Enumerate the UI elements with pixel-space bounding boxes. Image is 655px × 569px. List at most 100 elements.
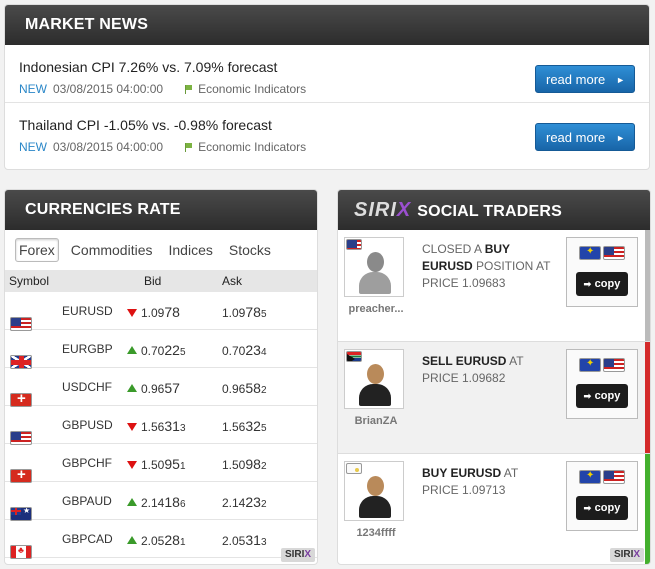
currencies-rate-title: CURRENCIES RATE (5, 190, 317, 230)
bid-main: 1.56 (141, 420, 165, 434)
ask-main: 0.96 (222, 382, 246, 396)
trader-card: 1234ffff BUY EURUSD ATPRICE 1.09713 ➡ copy (338, 454, 650, 564)
sirix-logo: SIRIX (354, 199, 412, 221)
avatar[interactable] (344, 237, 404, 297)
social-traders-panel: SIRIX SOCIAL TRADERS preacher... CLOSED A … (337, 189, 651, 565)
rate-row[interactable]: GBPAUD 2.14186 2.14232 (5, 482, 317, 521)
news-date: 03/08/2015 04:00:00 (53, 140, 164, 154)
rates-table-header: Symbol Bid Ask (5, 270, 317, 292)
tab-indices[interactable]: Indices (165, 239, 217, 261)
ask-fraction: 5 (260, 309, 267, 320)
pair-flags (579, 246, 625, 260)
ask-pips: 58 (245, 380, 261, 396)
trader-name[interactable]: 1234ffff (344, 527, 408, 539)
bid-main: 1.50 (141, 458, 165, 472)
ask-pips: 98 (245, 456, 261, 472)
rate-row[interactable]: EURUSD1.09781.09785 (5, 292, 317, 331)
read-more-label: read more (546, 130, 606, 145)
bid-main: 0.96 (141, 382, 165, 396)
bid-main: 1.09 (141, 306, 165, 320)
copy-panel: ➡ copy (566, 461, 638, 531)
news-item: Indonesian CPI 7.26% vs. 7.09% forecast N… (5, 45, 649, 103)
rate-row[interactable]: GBPCAD2.052812.05313 (5, 520, 317, 559)
flag-us-icon (603, 358, 625, 372)
ask-fraction: 4 (260, 347, 267, 358)
arrow-down-icon (127, 423, 137, 431)
read-more-button[interactable]: read more ► (535, 123, 635, 151)
ask-pips: 31 (245, 532, 261, 548)
pair-symbol: GBPAUD (62, 494, 112, 508)
copy-button[interactable]: ➡ copy (576, 384, 628, 408)
user-avatar-icon (359, 250, 391, 294)
news-category: Economic Indicators (185, 82, 306, 96)
flag-icon (185, 85, 193, 94)
ask-main: 2.14 (222, 496, 246, 510)
bid-price: 2.14186 (127, 494, 186, 510)
news-item: Thailand CPI -1.05% vs. -0.98% forecast N… (5, 103, 649, 161)
rate-row[interactable]: GBPUSD 1.56313 1.56325 (5, 406, 317, 445)
flag-us-icon (603, 470, 625, 484)
flag-xx-icon (346, 463, 362, 474)
arrow-down-icon (127, 309, 137, 317)
tab-forex[interactable]: Forex (15, 238, 59, 262)
pair-symbol: GBPCHF (62, 456, 113, 470)
ask-price: 1.09785 (222, 304, 267, 320)
bid-pips: 22 (164, 342, 180, 358)
copy-button[interactable]: ➡ copy (576, 496, 628, 520)
ask-main: 1.50 (222, 458, 246, 472)
trade-action: SELL EURUSD AT PRICE 1.09682 (422, 354, 524, 385)
ask-price: 2.05313 (222, 532, 267, 548)
trader-card: preacher... CLOSED A BUY EURUSD POSITION A… (338, 230, 650, 342)
tab-stocks[interactable]: Stocks (225, 239, 275, 261)
pair-symbol: GBPUSD (62, 418, 113, 432)
sirix-badge: SIRIX (610, 548, 644, 562)
social-traders-header: SIRIX SOCIAL TRADERS (338, 190, 650, 230)
rate-row[interactable]: EURGBP0.702250.70234 (5, 330, 317, 369)
flag-ch-icon (10, 393, 32, 407)
bid-main: 2.05 (141, 534, 165, 548)
flag-us-icon (10, 431, 32, 445)
copy-panel: ➡ copy (566, 349, 638, 419)
ask-price: 0.70234 (222, 342, 267, 358)
bid-price: 1.56313 (127, 418, 186, 434)
ask-pips: 23 (245, 342, 261, 358)
flag-us-icon (603, 246, 625, 260)
copy-arrow-icon: ➡ (583, 391, 594, 401)
pair-symbol: USDCHF (62, 380, 112, 394)
flag-ca-icon (10, 545, 32, 559)
rate-row[interactable]: USDCHF0.96570.96582 (5, 368, 317, 407)
flag-eu-icon (579, 358, 601, 372)
trader-card: BrianZA SELL EURUSD ATPRICE 1.09682 ➡ copy (338, 342, 650, 454)
bid-main: 0.70 (141, 344, 165, 358)
copy-button[interactable]: ➡ copy (576, 272, 628, 296)
trade-action: BUY EURUSD AT PRICE 1.09713 (422, 466, 519, 497)
tab-commodities[interactable]: Commodities (67, 239, 157, 261)
read-more-button[interactable]: read more ► (535, 65, 635, 93)
copy-label: copy (594, 502, 621, 514)
trader-name[interactable]: BrianZA (344, 415, 408, 427)
col-symbol: Symbol (9, 274, 50, 288)
trader-name[interactable]: preacher... (344, 303, 408, 315)
bid-fraction: 5 (179, 347, 186, 358)
read-more-label: read more (546, 72, 606, 87)
arrow-up-icon (127, 346, 137, 354)
ask-price: 0.96582 (222, 380, 267, 396)
flag-gb-icon (10, 355, 32, 369)
ask-main: 1.09 (222, 306, 246, 320)
flag-au-icon (10, 507, 32, 521)
trader-status-bar (645, 454, 650, 564)
ask-fraction: 3 (260, 537, 267, 548)
market-news-panel: MARKET NEWS Indonesian CPI 7.26% vs. 7.0… (4, 4, 650, 170)
avatar[interactable] (344, 461, 404, 521)
avatar[interactable] (344, 349, 404, 409)
bid-price: 1.0978 (127, 304, 180, 320)
ask-fraction: 5 (260, 423, 267, 434)
bid-fraction: 3 (179, 423, 186, 434)
ask-price: 2.14232 (222, 494, 267, 510)
rate-row[interactable]: GBPCHF1.509511.50982 (5, 444, 317, 483)
flag-eu-icon (579, 246, 601, 260)
bid-price: 0.70225 (127, 342, 186, 358)
chevron-right-icon: ► (616, 75, 625, 85)
bid-fraction: 6 (179, 499, 186, 510)
ask-main: 1.56 (222, 420, 246, 434)
